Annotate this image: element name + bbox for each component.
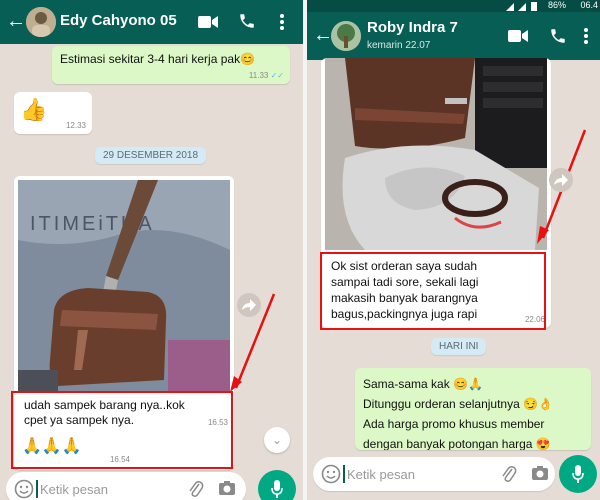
message-bubble-estimate[interactable]: Estimasi sekitar 3-4 hari kerja pak😊 11.… (52, 46, 290, 84)
message-text: Estimasi sekitar 3-4 hari kerja pak😊 (60, 52, 256, 66)
date-separator: 29 DESEMBER 2018 (95, 147, 207, 164)
attach-icon[interactable] (501, 465, 517, 488)
highlight-box (11, 391, 233, 469)
emoji-icon[interactable] (14, 479, 34, 500)
message-input-bar[interactable]: Ketik pesan (313, 457, 555, 491)
more-options-icon[interactable] (575, 25, 597, 47)
camera-icon[interactable] (531, 465, 549, 486)
read-receipt-icon: ✓✓ (270, 71, 284, 80)
message-time: 12.33 (65, 121, 86, 130)
reply-line: Sama-sama kak 😊🙏 (363, 377, 483, 391)
message-input-placeholder[interactable]: Ketik pesan (347, 467, 415, 482)
video-call-icon[interactable] (197, 11, 219, 33)
contact-name[interactable]: Roby Indra 7 (367, 19, 458, 36)
attach-icon[interactable] (188, 480, 204, 500)
avatar-photo (331, 21, 361, 51)
message-bubble-reply[interactable]: Sama-sama kak 😊🙏 Ditunggu orderan selanj… (355, 368, 591, 450)
highlight-box (320, 252, 546, 330)
microphone-icon (271, 480, 283, 498)
contact-avatar[interactable] (26, 7, 56, 37)
photo-attachment[interactable]: ITIMEiTUA (18, 180, 230, 392)
video-call-icon[interactable] (507, 25, 529, 47)
battery-icon (531, 2, 537, 11)
message-input-placeholder[interactable]: Ketik pesan (40, 482, 108, 497)
message-input-bar[interactable]: Ketik pesan (6, 472, 246, 500)
scroll-down-icon[interactable]: ⌄ (264, 427, 290, 453)
battery-level: 86% (547, 0, 566, 10)
more-options-icon[interactable] (271, 11, 293, 33)
reply-text: Sama-sama kak 😊🙏 Ditunggu orderan selanj… (363, 374, 553, 450)
voice-call-icon[interactable] (547, 25, 569, 47)
voice-message-button[interactable] (258, 470, 296, 500)
text-cursor (343, 465, 345, 483)
right-chat-screen: 86% 06.4 ← Roby Indra 7 kemarin 22.07 Ok… (307, 0, 600, 500)
forward-icon[interactable] (549, 168, 573, 192)
reply-line: Ada harga promo khusus member (363, 417, 545, 431)
forward-icon[interactable] (237, 293, 261, 317)
camera-icon[interactable] (218, 480, 236, 500)
right-chat-header: ← Roby Indra 7 kemarin 22.07 (307, 12, 600, 60)
signal-icon (506, 3, 526, 11)
date-separator: HARI INI (431, 338, 487, 355)
reply-line: Ditunggu orderan selanjutnya 😏👌 (363, 397, 553, 411)
left-chat-header: ← Edy Cahyono 05 (0, 0, 303, 44)
reply-line: dengan banyak potongan harga 😍 (363, 437, 551, 450)
voice-call-icon[interactable] (236, 10, 258, 32)
last-seen: kemarin 22.07 (367, 40, 431, 51)
contact-name[interactable]: Edy Cahyono 05 (60, 12, 177, 29)
contact-avatar[interactable] (331, 21, 361, 51)
status-clock: 06.4 (580, 0, 598, 10)
back-arrow-icon[interactable]: ← (313, 25, 333, 45)
back-arrow-icon[interactable]: ← (6, 11, 26, 31)
emoji-icon[interactable] (321, 464, 341, 489)
message-time: 11.33 ✓✓ (248, 71, 284, 80)
left-chat-screen: ← Edy Cahyono 05 Estimasi sekitar 3-4 ha… (0, 0, 303, 500)
photo-attachment[interactable] (325, 58, 547, 250)
message-bubble-thumb[interactable]: 👍 12.33 (14, 92, 92, 134)
voice-message-button[interactable] (559, 455, 597, 493)
thumbs-up-emoji: 👍 (20, 97, 48, 122)
status-bar: 86% 06.4 (307, 0, 600, 12)
text-cursor (36, 480, 38, 498)
microphone-icon (572, 465, 584, 483)
avatar-photo (26, 7, 56, 37)
